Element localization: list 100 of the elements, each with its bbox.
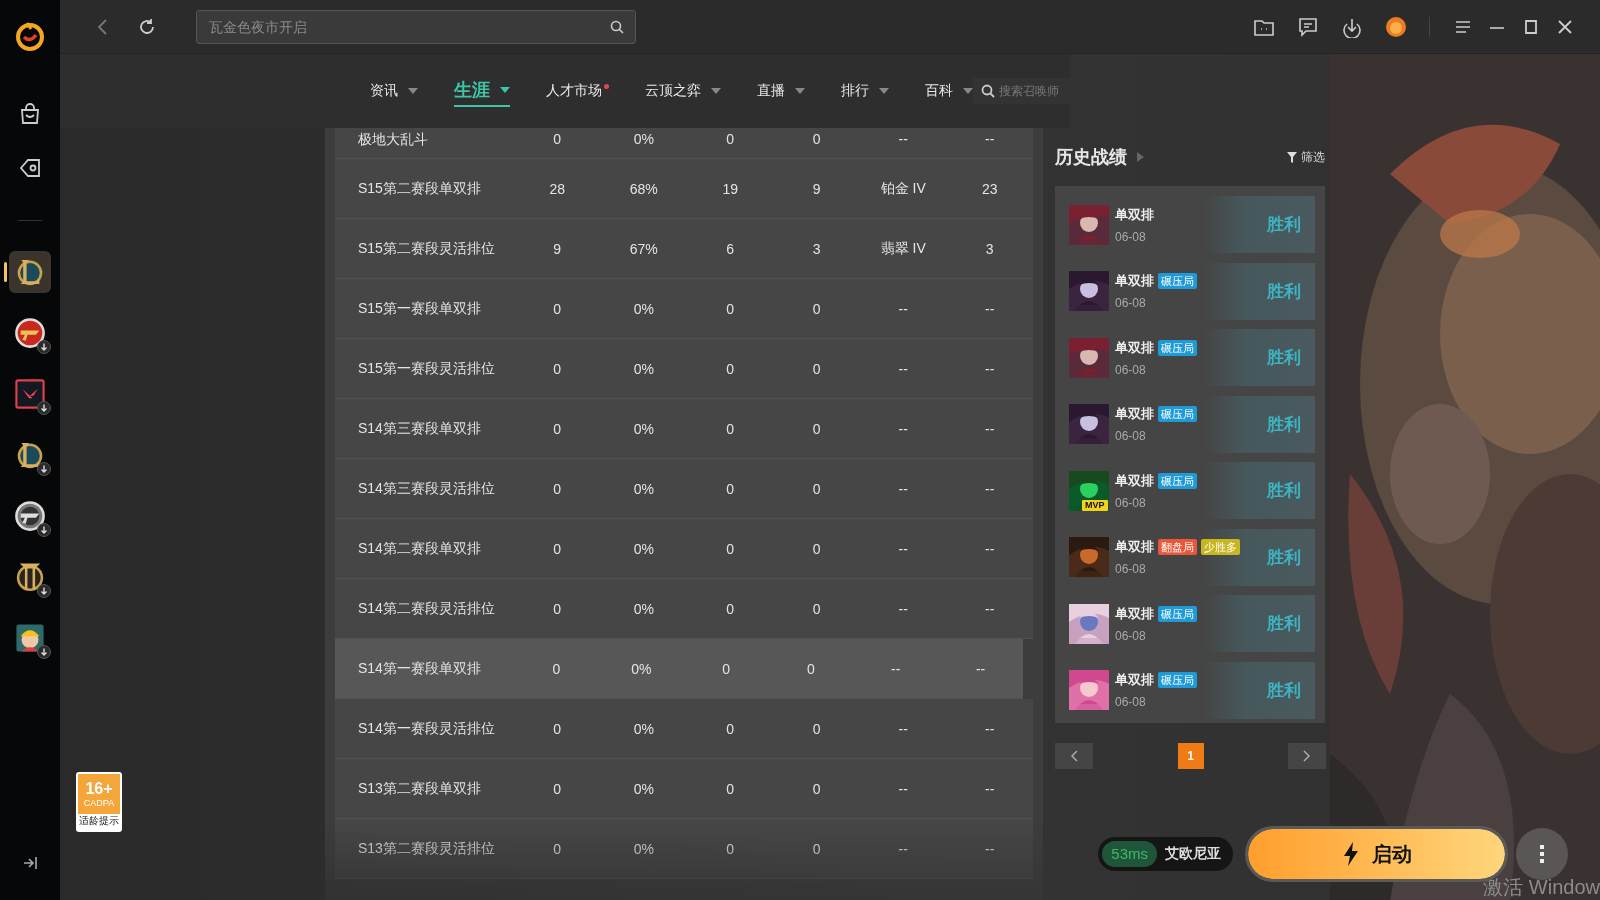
match-result: 胜利 — [1267, 214, 1301, 236]
table-cell-text: S14第二赛段单双排 — [357, 539, 482, 558]
match-card[interactable]: 单双排 碾压局 06-08 胜利 — [1067, 595, 1315, 652]
table-cell-text: 0 — [552, 420, 563, 437]
table-cell-text: 6 — [725, 240, 736, 257]
match-date: 06-08 — [1115, 362, 1147, 377]
match-card[interactable]: 单双排 碾压局 06-08 胜利 — [1067, 661, 1315, 719]
table-cell-text: 极地大乱斗 — [357, 131, 429, 149]
table-cell-text: 0% — [632, 540, 655, 557]
table-cell-text: -- — [984, 540, 996, 557]
match-date: 06-08 — [1115, 296, 1147, 310]
table-cell-text: S14第一赛段灵活排位 — [357, 719, 496, 738]
avatar-icon[interactable] — [1385, 15, 1407, 38]
nav-tab[interactable]: 云顶之弈 — [645, 76, 721, 106]
refresh-icon[interactable] — [138, 17, 156, 36]
square-logo-icon — [13, 376, 47, 411]
table-cell-text: 0 — [811, 780, 822, 797]
table-row[interactable]: S14第三赛段单双排 0 0% 0 0 -- -- — [335, 399, 1033, 459]
table-row[interactable]: S15第二赛段灵活排位 9 67% 6 3 翡翠 IV 3 — [335, 219, 1033, 279]
match-result: 胜利 — [1267, 480, 1301, 502]
table-cell-text: -- — [897, 131, 909, 147]
caret-icon — [963, 88, 973, 94]
nav-tab[interactable]: 直播 — [757, 76, 805, 106]
table-cell-text: -- — [974, 660, 987, 677]
filter-button[interactable]: 筛选 — [1287, 148, 1325, 166]
match-card[interactable]: 单双排 碾压局 06-08 胜利 — [1067, 329, 1315, 386]
table-cell-text: 翡翠 IV — [879, 239, 927, 258]
match-date: 06-08 — [1115, 429, 1147, 443]
nav-tab[interactable]: 排行 — [841, 76, 889, 106]
nav-tab[interactable]: 生涯 — [454, 75, 510, 107]
table-cell-text: S13第二赛段灵活排位 — [357, 839, 496, 858]
rating-caption: 适龄提示 — [79, 814, 119, 828]
rating-organization: CADPA — [83, 797, 115, 809]
table-row[interactable]: S15第二赛段单双排 28 68% 19 9 铂金 IV 23 — [335, 159, 1033, 219]
match-card[interactable]: 单双排 碾压局 06-08 胜利 — [1067, 262, 1315, 320]
caret-icon — [500, 87, 510, 93]
shopping-bag-icon[interactable] — [18, 102, 42, 126]
match-tag: 碾压局 — [1158, 472, 1197, 489]
table-row[interactable]: S15第一赛段灵活排位 0 0% 0 0 -- -- — [335, 339, 1033, 399]
table-cell-text: S14第三赛段灵活排位 — [357, 479, 496, 498]
table-row[interactable]: S14第三赛段灵活排位 0 0% 0 0 -- -- — [335, 459, 1033, 519]
match-card[interactable]: 单双排 06-08 胜利 — [1067, 196, 1315, 253]
table-cell-text: 0 — [725, 540, 736, 557]
more-icon — [1539, 844, 1545, 864]
nav-tab[interactable]: 资讯 — [370, 76, 418, 106]
match-card[interactable]: 单双排 翻盘局 少胜多 06-08 胜利 — [1067, 528, 1315, 586]
lightning-icon — [1341, 842, 1360, 866]
chevron-left-icon — [1070, 750, 1078, 762]
caret-icon — [795, 88, 805, 94]
server-status[interactable]: 53ms 艾欧尼亚 — [1098, 837, 1233, 871]
table-row[interactable]: S14第二赛段灵活排位 0 0% 0 0 -- -- — [335, 579, 1033, 639]
table-row[interactable]: 极地大乱斗 0 0% 0 0 -- -- — [335, 128, 1033, 159]
table-cell-text: 3 — [984, 240, 995, 257]
match-result: 胜利 — [1267, 679, 1301, 702]
match-date: 06-08 — [1115, 562, 1147, 576]
queue-mode: 单双排 — [1115, 538, 1154, 556]
table-cell-text: 0 — [725, 480, 736, 497]
table-cell-text: -- — [984, 600, 996, 617]
match-card[interactable]: 单双排 碾压局 06-08 胜利 — [1067, 395, 1315, 453]
table-cell-text: 0 — [811, 420, 822, 437]
chat-icon[interactable] — [1297, 15, 1319, 38]
table-cell-text: 28 — [548, 180, 567, 197]
mvp-badge: MVP — [1082, 499, 1108, 511]
queue-mode: 单双排 — [1115, 272, 1154, 290]
table-cell-text: -- — [897, 480, 909, 497]
collapse-icon[interactable] — [21, 854, 39, 872]
search-field[interactable]: 瓦金色夜市开启 — [196, 9, 636, 44]
search-icon[interactable] — [610, 19, 624, 34]
caret-icon — [879, 88, 889, 94]
nav-tab[interactable]: 人才市场 — [546, 76, 609, 106]
table-row[interactable]: S15第一赛段单双排 0 0% 0 0 -- -- — [335, 279, 1033, 339]
table-cell-text: 0% — [632, 420, 655, 437]
match-card[interactable]: MVP 单双排 碾压局 06-08 胜利 — [1067, 462, 1315, 519]
table-cell-text: 0 — [552, 780, 563, 797]
match-date: 06-08 — [1115, 495, 1147, 510]
game-button[interactable] — [9, 250, 51, 293]
table-row[interactable]: S14第一赛段灵活排位 0 0% 0 0 -- -- — [335, 699, 1033, 759]
swirl-logo-icon[interactable] — [15, 20, 45, 52]
table-cell-text: 0 — [811, 540, 822, 557]
nav-tab[interactable]: 百科 — [925, 76, 973, 106]
queue-mode: 单双排 — [1115, 205, 1154, 224]
table-cell-text: 0 — [552, 131, 563, 147]
table-cell-text: 0 — [811, 131, 822, 147]
match-result: 胜利 — [1267, 546, 1301, 569]
table-cell-text: 0 — [552, 600, 563, 617]
table-cell-text: -- — [897, 840, 909, 857]
table-cell-text: -- — [984, 480, 996, 497]
table-cell-text: S15第二赛段单双排 — [357, 179, 482, 198]
table-cell-text: 0% — [632, 131, 655, 147]
table-row[interactable]: S13第二赛段单双排 0 0% 0 0 -- -- — [335, 759, 1033, 819]
table-row[interactable]: S14第二赛段单双排 0 0% 0 0 -- -- — [335, 519, 1033, 579]
table-cell-text: -- — [890, 660, 902, 677]
download-icon — [37, 461, 51, 476]
table-cell-text: 0% — [632, 780, 655, 797]
table-cell-text: 0% — [632, 480, 655, 497]
table-row[interactable]: S14第一赛段单双排 0 0% 0 0 -- -- — [335, 639, 1023, 699]
table-row[interactable]: S13第二赛段灵活排位 0 0% 0 0 -- -- — [335, 819, 1033, 879]
tag-icon[interactable] — [18, 156, 42, 180]
download-icon — [37, 583, 51, 598]
table-cell-text: 19 — [721, 180, 740, 197]
